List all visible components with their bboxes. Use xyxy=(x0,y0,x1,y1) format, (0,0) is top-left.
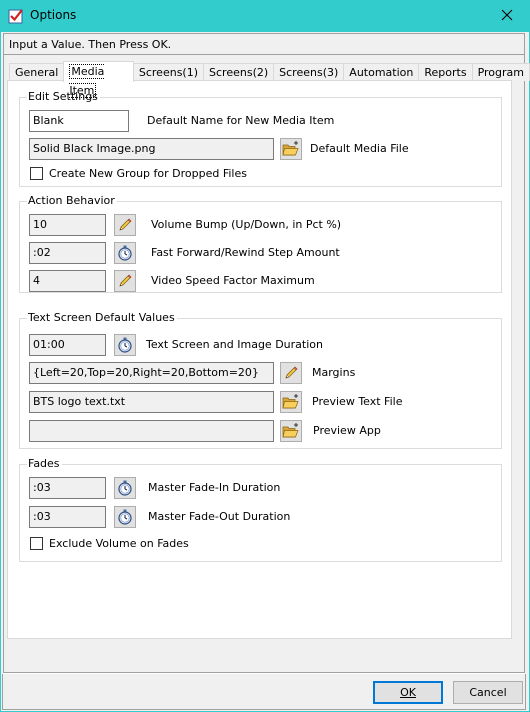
ok-button[interactable]: OK xyxy=(373,681,443,704)
button-bar: OK Cancel xyxy=(2,674,526,710)
pencil-icon xyxy=(283,365,299,381)
cancel-button[interactable]: Cancel xyxy=(453,681,523,704)
default-media-input[interactable]: Solid Black Image.png xyxy=(29,138,274,160)
edit-margins-button[interactable] xyxy=(280,362,302,384)
tab-label: General xyxy=(15,66,59,79)
tab-strip: General Media Item Screens(1) Screens(2)… xyxy=(9,61,530,98)
fade-in-input[interactable]: :03 xyxy=(29,477,106,499)
fade-in-timer-button[interactable] xyxy=(114,477,136,499)
ff-step-input[interactable]: :02 xyxy=(29,242,106,264)
hint-bar: Input a Value. Then Press OK. xyxy=(3,33,525,55)
title-bar: Options xyxy=(0,0,530,32)
volume-bump-label: Volume Bump (Up/Down, in Pct %) xyxy=(151,218,342,231)
default-name-input[interactable]: Blank xyxy=(29,110,129,132)
stopwatch-icon xyxy=(117,245,133,261)
ok-label: OK xyxy=(400,686,416,699)
stopwatch-icon xyxy=(117,480,133,496)
preview-text-label: Preview Text File xyxy=(312,395,403,408)
tab-general[interactable]: General xyxy=(9,63,65,81)
media-item-panel: Edit Settings Blank Default Name for New… xyxy=(7,80,512,639)
stopwatch-icon xyxy=(117,509,133,525)
fade-out-label: Master Fade-Out Duration xyxy=(148,510,291,523)
fade-out-input[interactable]: :03 xyxy=(29,506,106,528)
ff-step-label: Fast Forward/Rewind Step Amount xyxy=(151,246,340,259)
tab-label: Screens(2) xyxy=(209,66,269,79)
margins-label: Margins xyxy=(312,366,356,379)
preview-app-label: Preview App xyxy=(313,424,381,437)
tab-label: Screens(3) xyxy=(279,66,339,79)
text-duration-input[interactable]: 01:00 xyxy=(29,334,106,356)
volume-bump-input[interactable]: 10 xyxy=(29,214,106,236)
exclude-volume-label: Exclude Volume on Fades xyxy=(49,537,189,550)
browse-media-button[interactable] xyxy=(280,138,302,160)
action-behavior-group: Action Behavior 10 Volume Bump (Up/Down,… xyxy=(19,194,502,293)
pencil-icon xyxy=(117,217,133,233)
text-screen-group: Text Screen Default Values 01:00 Text Sc… xyxy=(19,311,502,449)
browse-preview-app-button[interactable] xyxy=(280,420,302,442)
close-button[interactable] xyxy=(484,0,530,32)
speed-factor-label: Video Speed Factor Maximum xyxy=(151,274,315,287)
create-group-label: Create New Group for Dropped Files xyxy=(49,167,247,180)
stopwatch-icon xyxy=(117,337,133,353)
tab-screens-3[interactable]: Screens(3) xyxy=(273,63,345,81)
text-duration-timer-button[interactable] xyxy=(114,334,136,356)
tab-label: Screens(1) xyxy=(138,66,199,79)
default-media-label: Default Media File xyxy=(310,142,409,155)
folder-open-icon xyxy=(282,393,300,411)
tab-label: Automation xyxy=(349,66,414,79)
group-title: Action Behavior xyxy=(27,194,117,207)
fade-in-label: Master Fade-In Duration xyxy=(148,481,281,494)
close-icon xyxy=(501,9,513,24)
tab-screens-2[interactable]: Screens(2) xyxy=(203,63,275,81)
text-duration-label: Text Screen and Image Duration xyxy=(146,338,323,351)
margins-input[interactable]: {Left=20,Top=20,Right=20,Bottom=20} xyxy=(29,362,274,384)
tab-media-item[interactable]: Media Item xyxy=(63,61,134,98)
group-title: Fades xyxy=(27,457,62,470)
pencil-icon xyxy=(117,273,133,289)
speed-factor-input[interactable]: 4 xyxy=(29,270,106,292)
group-title: Text Screen Default Values xyxy=(27,311,177,324)
default-name-label: Default Name for New Media Item xyxy=(147,114,335,127)
cancel-label: Cancel xyxy=(469,686,507,699)
edit-volume-bump-button[interactable] xyxy=(114,214,136,236)
dialog-body: Input a Value. Then Press OK. General Me… xyxy=(1,32,530,711)
window-title: Options xyxy=(30,8,77,22)
fade-out-timer-button[interactable] xyxy=(114,506,136,528)
app-checkbox-icon xyxy=(8,8,24,24)
edit-settings-group: Edit Settings Blank Default Name for New… xyxy=(19,90,502,187)
preview-app-input[interactable] xyxy=(29,420,274,442)
tab-label: Program xyxy=(477,66,524,79)
folder-open-icon xyxy=(282,422,300,440)
folder-open-icon xyxy=(282,140,300,158)
fades-group: Fades :03 Master Fade-In Duration :03 Ma… xyxy=(19,457,502,562)
tab-program[interactable]: Program xyxy=(471,63,530,81)
tab-reports[interactable]: Reports xyxy=(418,63,473,81)
tab-automation[interactable]: Automation xyxy=(343,63,420,81)
preview-text-input[interactable]: BTS logo text.txt xyxy=(29,391,274,413)
edit-speed-factor-button[interactable] xyxy=(114,270,136,292)
tab-label: Reports xyxy=(424,66,467,79)
create-group-checkbox[interactable] xyxy=(30,167,43,180)
browse-preview-text-button[interactable] xyxy=(280,391,302,413)
hint-text: Input a Value. Then Press OK. xyxy=(9,38,172,51)
exclude-volume-checkbox[interactable] xyxy=(30,537,43,550)
ff-step-timer-button[interactable] xyxy=(114,242,136,264)
tab-screens-1[interactable]: Screens(1) xyxy=(132,63,205,81)
options-dialog: Options Input a Value. Then Press OK. Ge… xyxy=(0,0,530,712)
